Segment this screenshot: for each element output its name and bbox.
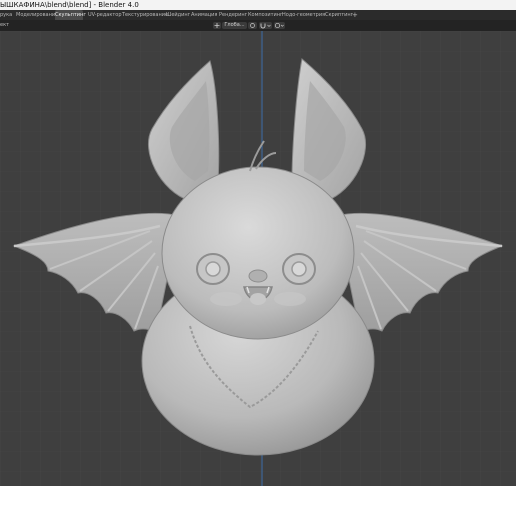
tab-modeling[interactable]: Моделирование: [16, 10, 58, 20]
pivot-point-icon[interactable]: [248, 22, 257, 29]
tab-geometry-nodes[interactable]: Нодо-геометрия: [282, 10, 325, 20]
tab-layout[interactable]: рука: [0, 10, 12, 20]
3d-viewport[interactable]: [0, 31, 516, 486]
object-menu-label[interactable]: ект: [0, 20, 9, 31]
transform-orientation-select[interactable]: Глоба...: [222, 22, 247, 29]
tab-scripting[interactable]: Скриптинг: [325, 10, 353, 20]
bottom-blank-area: [0, 486, 516, 516]
magnet-icon[interactable]: [259, 22, 272, 29]
orientation-icon[interactable]: [213, 22, 221, 29]
blender-window: ЫШКАФИНА\blend\blend] - Blender 4.0 рука…: [0, 0, 516, 516]
tab-compositing[interactable]: Композитинг: [248, 10, 283, 20]
window-title-bar: ЫШКАФИНА\blend\blend] - Blender 4.0: [0, 0, 516, 10]
workspace-tabs-bar: рука Моделирование Скульптинг UV-редакто…: [0, 10, 516, 20]
circle-icon[interactable]: [274, 22, 285, 29]
tab-animation[interactable]: Анимация: [191, 10, 217, 20]
tab-shading[interactable]: Шейдинг: [166, 10, 190, 20]
tab-texture-paint[interactable]: Текстурирование: [122, 10, 168, 20]
tab-sculpting[interactable]: Скульптинг: [55, 10, 86, 20]
tab-uv-editing[interactable]: UV-редактор: [88, 10, 122, 20]
transform-orientation-value: Глоба...: [224, 22, 245, 28]
tab-rendering[interactable]: Рендеринг: [219, 10, 247, 20]
add-workspace-button[interactable]: +: [352, 10, 358, 20]
window-title: ЫШКАФИНА\blend\blend] - Blender 4.0: [0, 1, 139, 9]
